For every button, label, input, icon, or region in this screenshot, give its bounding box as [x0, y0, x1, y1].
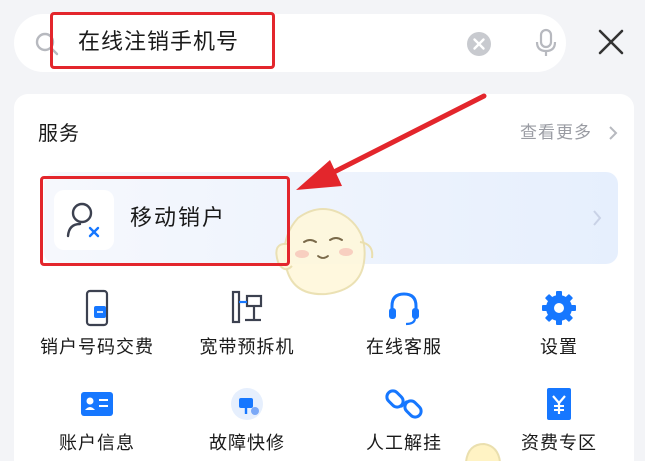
- grid-item-quick-repair[interactable]: 故障快修: [172, 384, 322, 456]
- grid-label: 宽带预拆机: [199, 337, 295, 358]
- grid-label: 人工解挂: [366, 433, 442, 454]
- yuan-tag-icon: [547, 388, 571, 420]
- grid-label: 销户号码交费: [40, 337, 154, 358]
- gear-icon: [542, 291, 576, 325]
- grid-item-broadband-dismantle[interactable]: 宽带预拆机: [172, 288, 322, 360]
- grid-item-number-payment[interactable]: 销户号码交费: [22, 288, 172, 360]
- grid-label: 故障快修: [209, 433, 285, 454]
- grid-item-tariff-zone[interactable]: 资费专区: [484, 384, 634, 456]
- view-more-link[interactable]: 查看更多: [520, 120, 592, 146]
- grid-label: 在线客服: [366, 337, 442, 358]
- phone-payment-icon: [85, 289, 109, 327]
- grid-label: 账户信息: [59, 433, 135, 454]
- repair-icon: [231, 388, 263, 420]
- clear-icon[interactable]: [466, 31, 492, 57]
- chevron-right-icon[interactable]: [608, 126, 618, 140]
- grid-item-account-info[interactable]: 账户信息: [22, 384, 172, 456]
- section-title: 服务: [38, 121, 80, 145]
- card-chevron-right-icon: [593, 210, 602, 226]
- grid-item-settings[interactable]: 设置: [484, 288, 634, 360]
- unlink-icon: [385, 389, 423, 419]
- close-icon[interactable]: [596, 27, 626, 57]
- grid-label: 资费专区: [521, 433, 597, 454]
- id-card-icon: [81, 392, 113, 416]
- headset-icon: [389, 292, 419, 326]
- grid-item-online-support[interactable]: 在线客服: [329, 288, 479, 360]
- card-highlight-box: [40, 176, 290, 266]
- microphone-icon[interactable]: [534, 28, 558, 58]
- grid-item-manual-unlink[interactable]: 人工解挂: [329, 384, 479, 456]
- search-highlight-box: [50, 12, 275, 69]
- broadband-dismantle-icon: [231, 290, 263, 324]
- grid-label: 设置: [540, 337, 578, 358]
